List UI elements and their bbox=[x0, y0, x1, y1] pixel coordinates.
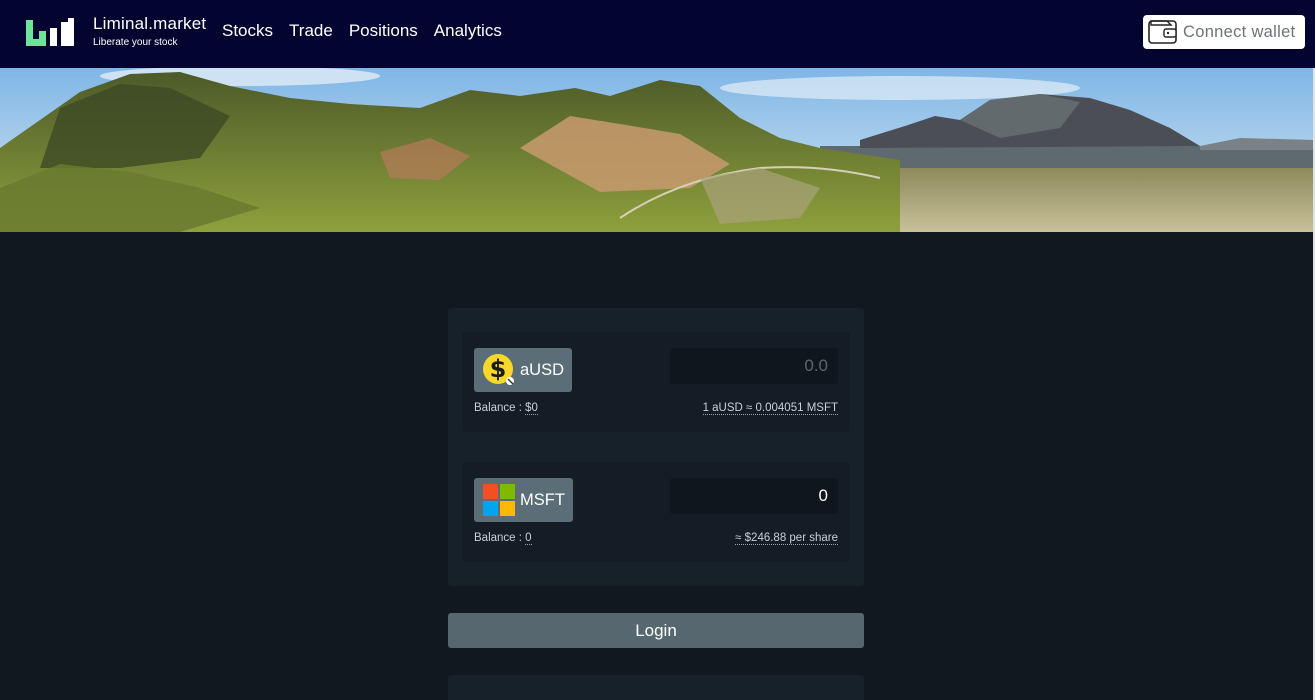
main-nav: Stocks Trade Positions Analytics bbox=[222, 20, 518, 42]
secondary-card bbox=[448, 675, 864, 700]
swap-card: $ aUSD 0.0 Balance : $0 1 aUSD ≈ 0.00405… bbox=[448, 308, 864, 586]
nav-positions[interactable]: Positions bbox=[349, 20, 418, 42]
from-token-selector[interactable]: $ aUSD bbox=[474, 348, 573, 392]
brand-name: Liminal.market bbox=[93, 14, 207, 33]
to-token-selector[interactable]: MSFT bbox=[474, 478, 573, 522]
liminal-logo-icon[interactable] bbox=[26, 18, 76, 48]
top-navbar: Liminal.market Liberate your stock Stock… bbox=[0, 0, 1315, 68]
microsoft-logo-icon bbox=[483, 484, 515, 516]
to-balance-value[interactable]: 0 bbox=[525, 532, 532, 545]
exchange-rate[interactable]: 1 aUSD ≈ 0.004051 MSFT bbox=[702, 402, 838, 415]
to-amount-input[interactable]: 0 bbox=[670, 478, 838, 514]
from-balance-label: Balance : bbox=[474, 402, 526, 414]
to-balance-label: Balance : bbox=[474, 532, 526, 544]
nav-analytics[interactable]: Analytics bbox=[434, 20, 502, 42]
nav-trade[interactable]: Trade bbox=[289, 20, 333, 42]
from-balance-value[interactable]: $0 bbox=[525, 402, 538, 415]
to-token-panel: MSFT 0 Balance : 0 ≈ $246.88 per share bbox=[462, 462, 850, 562]
wallet-icon bbox=[1148, 20, 1177, 44]
nav-stocks[interactable]: Stocks bbox=[222, 20, 273, 42]
login-button[interactable]: Login bbox=[448, 613, 864, 648]
landscape-banner-image bbox=[0, 68, 1315, 232]
share-price[interactable]: ≈ $246.88 per share bbox=[735, 532, 838, 545]
from-token-panel: $ aUSD 0.0 Balance : $0 1 aUSD ≈ 0.00405… bbox=[462, 332, 850, 432]
connect-wallet-button[interactable]: Connect wallet bbox=[1143, 15, 1305, 49]
svg-text:$: $ bbox=[490, 355, 507, 383]
to-token-name: MSFT bbox=[520, 490, 565, 509]
connect-wallet-label: Connect wallet bbox=[1183, 22, 1296, 41]
to-balance: Balance : 0 bbox=[474, 532, 532, 545]
dollar-coin-icon: $ bbox=[483, 354, 514, 385]
from-balance: Balance : $0 bbox=[474, 402, 538, 415]
brand-tagline: Liberate your stock bbox=[93, 37, 178, 48]
from-amount-input[interactable]: 0.0 bbox=[670, 348, 838, 384]
from-token-name: aUSD bbox=[520, 360, 565, 379]
brand[interactable]: Liminal.market Liberate your stock bbox=[93, 14, 206, 50]
